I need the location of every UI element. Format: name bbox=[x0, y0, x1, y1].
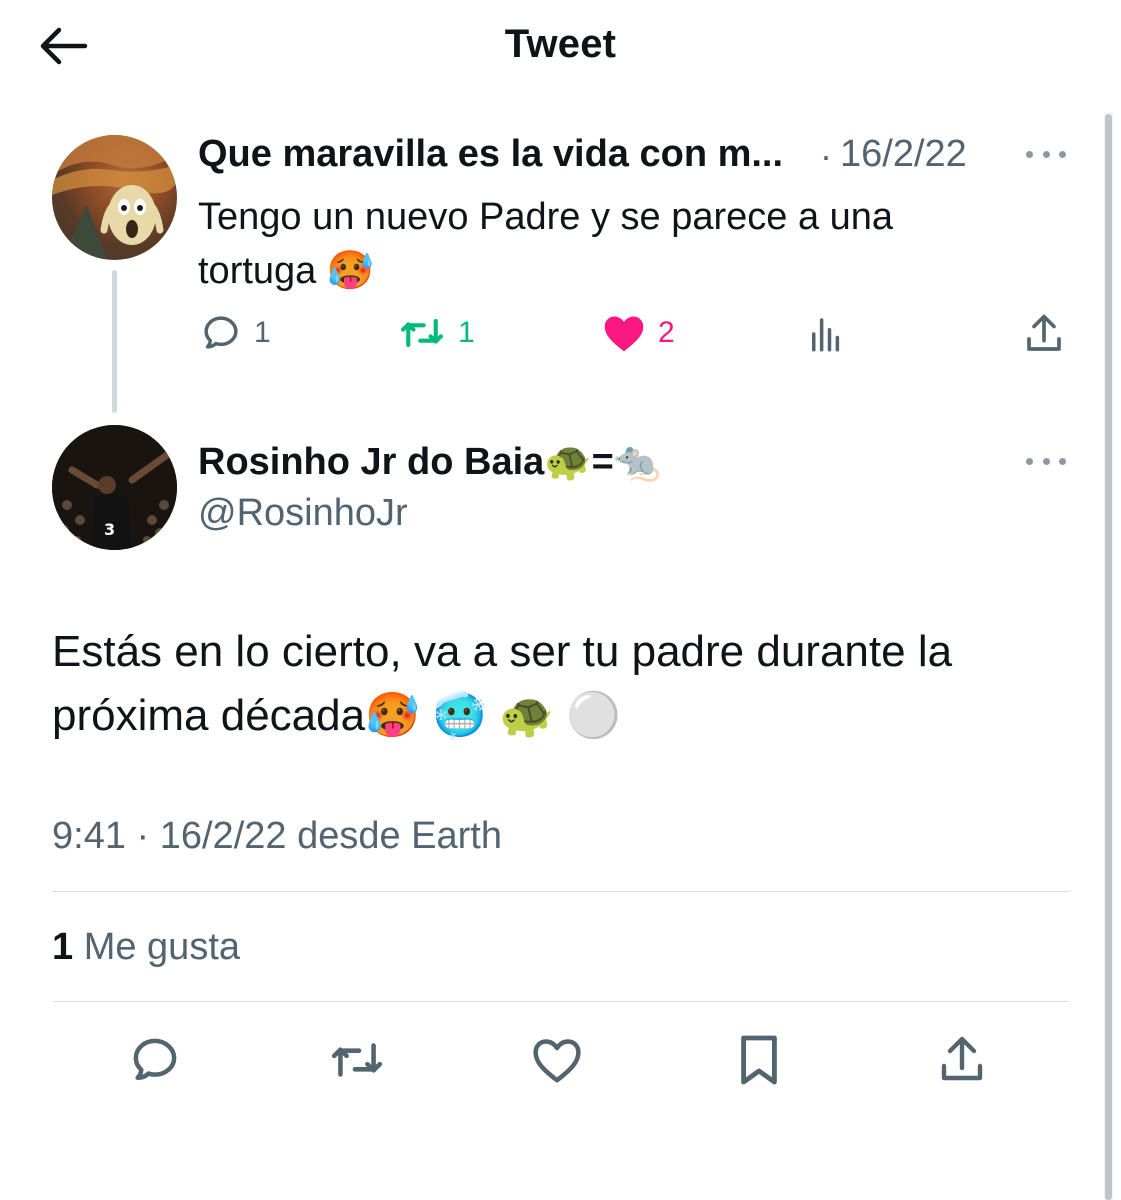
heart-icon bbox=[533, 1039, 581, 1083]
retweet-count: 1 bbox=[458, 316, 475, 349]
likes-label: Me gusta bbox=[83, 926, 241, 968]
reply-button[interactable]: 1 bbox=[200, 312, 271, 354]
avatar-reply-author[interactable] bbox=[52, 135, 177, 260]
main-author-handle[interactable]: @RosinhoJr bbox=[198, 492, 408, 535]
divider bbox=[52, 1001, 1069, 1002]
like-button[interactable] bbox=[525, 1028, 589, 1092]
jersey-number: 3 bbox=[104, 520, 115, 539]
retweet-arrows-icon bbox=[331, 1043, 383, 1077]
more-options-button[interactable] bbox=[1026, 144, 1066, 164]
divider bbox=[52, 891, 1069, 892]
more-options-button[interactable] bbox=[1026, 451, 1066, 471]
main-tweet-text: Estás en lo cierto, va a ser tu padre du… bbox=[52, 627, 953, 740]
avatar-main-author[interactable]: 3 bbox=[52, 425, 177, 550]
more-dot bbox=[1042, 457, 1050, 465]
meta-separator: · bbox=[820, 135, 832, 176]
share-upload-icon bbox=[1027, 314, 1061, 351]
likes-count: 1 bbox=[52, 926, 74, 968]
avatar-image: 3 bbox=[52, 425, 177, 550]
thread-connector-line bbox=[112, 270, 117, 413]
speech-bubble-icon bbox=[133, 1038, 177, 1081]
reply-author-name[interactable]: Que maravilla es la vida con m... bbox=[198, 133, 783, 176]
retweet-arrows-icon bbox=[401, 318, 443, 348]
retweet-button[interactable]: 1 bbox=[398, 312, 475, 354]
reply-button[interactable] bbox=[123, 1028, 187, 1092]
page-title: Tweet bbox=[504, 22, 617, 66]
bookmark-button[interactable] bbox=[727, 1028, 791, 1092]
heart-icon bbox=[604, 316, 644, 352]
share-button[interactable] bbox=[930, 1028, 994, 1092]
bar-chart-icon bbox=[812, 318, 840, 352]
share-upload-icon bbox=[941, 1036, 983, 1081]
more-dot bbox=[1059, 457, 1066, 465]
speech-bubble-icon bbox=[204, 316, 238, 349]
share-button[interactable] bbox=[1024, 312, 1064, 356]
more-dots-icon bbox=[1026, 150, 1033, 158]
more-dot bbox=[1042, 150, 1050, 158]
reply-tweet-text: Tengo un nuevo Padre y se parece a una t… bbox=[198, 196, 894, 292]
reply-count: 1 bbox=[254, 316, 271, 349]
bookmark-icon bbox=[741, 1035, 777, 1085]
like-count: 2 bbox=[658, 316, 675, 349]
reply-date[interactable]: 16/2/22 bbox=[840, 133, 967, 176]
avatar-image bbox=[52, 135, 177, 260]
tweet-timestamp[interactable]: 9:41 · 16/2/22 desde Earth bbox=[52, 815, 502, 858]
likes-summary[interactable]: 1 Me gusta bbox=[52, 926, 240, 969]
more-dots-icon bbox=[1026, 457, 1033, 465]
main-author-name[interactable]: Rosinho Jr do Baia🐢=🐀 bbox=[198, 440, 661, 484]
like-button[interactable]: 2 bbox=[602, 312, 675, 354]
more-dot bbox=[1059, 150, 1066, 158]
views-button[interactable] bbox=[805, 312, 847, 356]
scrollbar-thumb[interactable] bbox=[1105, 114, 1112, 1200]
retweet-button[interactable] bbox=[325, 1028, 389, 1092]
